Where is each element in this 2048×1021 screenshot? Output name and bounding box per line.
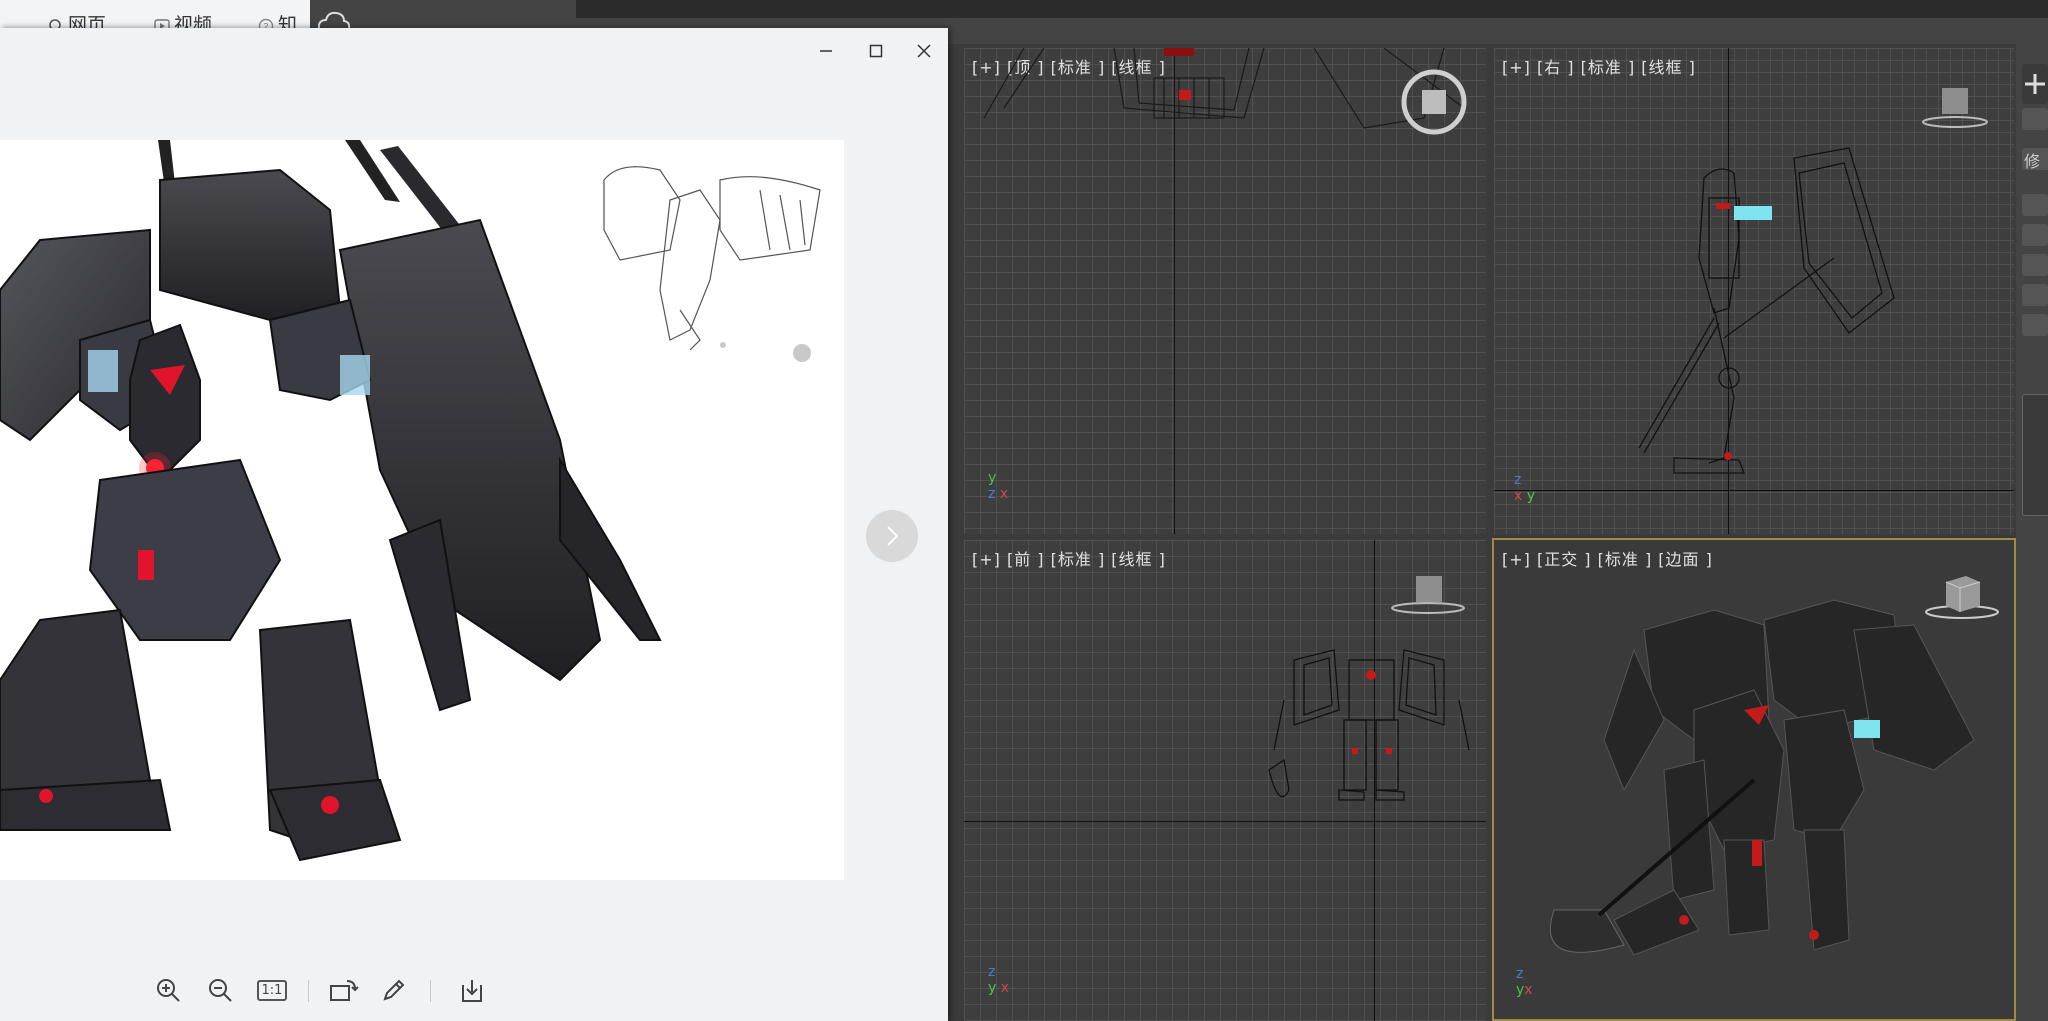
gizmo-x-label: x [999,486,1009,502]
rotate-icon [330,980,359,1001]
gizmo-z-label: z [1516,966,1524,982]
zoom-out-icon [209,979,232,1002]
panel-rollout[interactable] [2022,394,2048,516]
viewcube[interactable] [1920,82,1990,136]
viewport-ortho[interactable]: [+] [正交 ] [标准 ] [边面 ] z yx [1492,538,2016,1021]
viewcube[interactable] [1922,570,2002,626]
axis-gizmo: z yx [1516,966,1533,998]
gizmo-x-label: x [1524,982,1533,998]
gizmo-y-label: y [988,470,997,486]
front-wireframe [1268,649,1470,801]
zoom-in-icon [157,979,180,1002]
maximize-button[interactable] [856,34,896,68]
plus-icon [2025,74,2045,94]
panel-button[interactable] [2022,314,2048,336]
viewport-right[interactable]: [+] [右 ] [标准 ] [线框 ] z x y [1494,48,2014,534]
gizmo-z-label: z [988,964,996,980]
gizmo-z-label: z [1514,472,1522,488]
viewport-front[interactable]: [+] [前 ] [标准 ] [线框 ] z y x [964,540,1486,1021]
zoom-in-button[interactable] [150,972,186,1008]
chevron-right-icon [887,526,899,546]
rotate-button[interactable] [326,972,362,1008]
modify-tab-button[interactable]: 修 [2022,148,2048,171]
image-canvas[interactable] [0,140,844,880]
robot-concept-art [0,140,821,862]
viewcube[interactable] [1388,572,1468,620]
viewport-right-label: [+] [右 ] [标准 ] [线框 ] [1502,58,1696,77]
viewcube[interactable] [1398,66,1470,142]
robot-model-render [1549,599,1975,956]
download-icon [462,980,482,1002]
close-button[interactable] [904,34,944,68]
viewport-front-label: [+] [前 ] [标准 ] [线框 ] [972,550,1166,569]
image-viewer-window: 1:1 [0,28,948,1021]
gizmo-y-label: y [1526,488,1536,504]
gizmo-y-label: y [988,980,997,996]
minimize-icon [820,50,832,52]
toolbar-divider [308,980,309,1002]
command-panel: 修 [2016,44,2048,1021]
toolbar-divider [430,980,431,1002]
download-button[interactable] [454,972,490,1008]
viewer-toolbar: 1:1 [150,972,510,1012]
minimize-button[interactable] [806,34,846,68]
panel-button[interactable] [2022,284,2048,306]
gizmo-x-label: x [1000,980,1010,996]
pencil-icon [383,979,405,1001]
axis-gizmo: y z x [988,470,1008,502]
gizmo-x-label: x [1514,488,1523,504]
axis-line [964,821,1486,822]
browser-tab-strip: 网页 视频 ? 知 [0,0,310,36]
create-tab-button[interactable] [2022,64,2048,104]
maximize-icon [869,44,883,58]
actual-size-button[interactable]: 1:1 [254,972,290,1008]
gizmo-z-label: z [988,486,996,502]
actual-size-label: 1:1 [256,979,288,1001]
viewport-top[interactable]: [+] [顶 ] [标准 ] [线框 ] y z x [964,48,1486,534]
panel-button[interactable] [2022,254,2048,276]
edit-button[interactable] [376,972,412,1008]
close-icon [917,44,931,58]
axis-gizmo: z x y [1514,472,1535,504]
panel-button[interactable] [2022,108,2048,130]
max-title-strip [576,0,2048,18]
viewport-ortho-label: [+] [正交 ] [标准 ] [边面 ] [1502,550,1713,569]
right-wireframe [1638,147,1895,474]
axis-gizmo: z y x [988,964,1009,996]
panel-button[interactable] [2022,224,2048,246]
panel-button[interactable] [2022,194,2048,216]
zoom-out-button[interactable] [202,972,238,1008]
next-image-button[interactable] [866,510,918,562]
